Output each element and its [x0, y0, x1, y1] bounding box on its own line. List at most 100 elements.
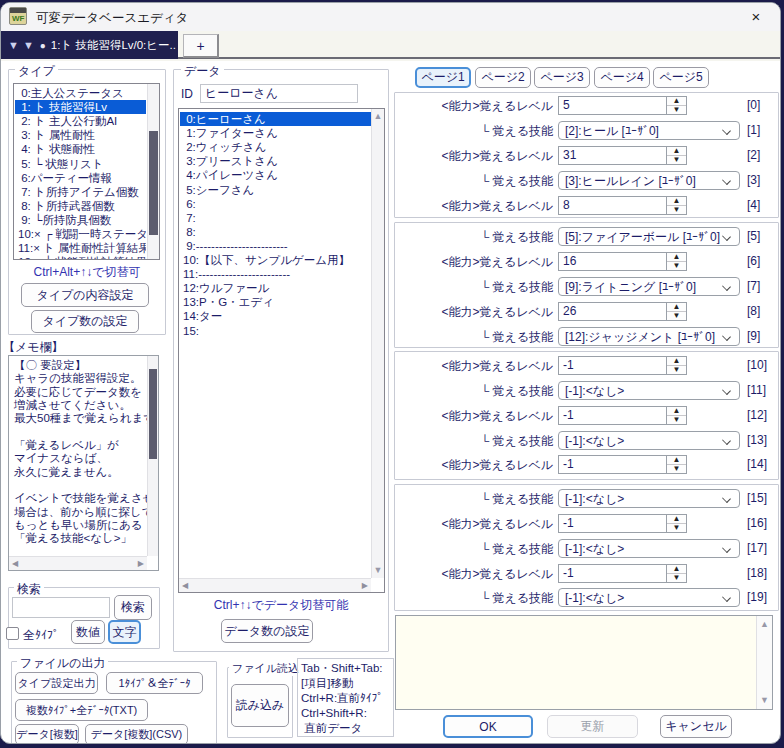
ok-button[interactable]: OK — [443, 715, 533, 738]
page-2-tab[interactable]: ページ2 — [475, 67, 531, 88]
type-list-scrollbar[interactable] — [147, 84, 159, 259]
list-item[interactable]: 6:パーティー情報 — [15, 171, 146, 185]
multi-type-all-data-button[interactable]: 複数ﾀｲﾌﾟ+全ﾃﾞｰﾀ(TXT) — [15, 699, 148, 721]
spin-down-icon[interactable]: ▼ — [667, 312, 686, 321]
level-spinner[interactable]: -1▲▼ — [558, 455, 687, 474]
skill-combobox[interactable]: [-1]:<なし> — [558, 431, 740, 450]
close-icon[interactable]: × — [744, 7, 768, 27]
spin-down-icon[interactable]: ▼ — [667, 156, 686, 165]
type-count-button[interactable]: タイプ数の設定 — [31, 310, 139, 333]
spin-down-icon[interactable]: ▼ — [667, 524, 686, 533]
search-button[interactable]: 検索 — [114, 595, 152, 620]
list-item[interactable]: 8: ト所持武器個数 — [15, 199, 146, 213]
search-input[interactable] — [12, 597, 110, 618]
list-item[interactable]: 13:P・G・エディ — [180, 295, 371, 309]
list-item[interactable]: 7: ト所持アイテム個数 — [15, 185, 146, 199]
data-list[interactable]: 0:ヒーローさん 1:ファイターさん 2:ウィッチさん 3:プリーストさん 4:… — [178, 108, 385, 593]
memo-hscrollbar[interactable]: ◀ ▶ — [9, 556, 147, 570]
level-spinner[interactable]: -1▲▼ — [558, 564, 687, 583]
spin-down-icon[interactable]: ▼ — [667, 262, 686, 271]
list-item[interactable]: 8: — [180, 225, 371, 239]
scroll-left-icon[interactable]: ◀ — [12, 557, 18, 570]
skill-combobox[interactable]: [12]:ジャッジメント [ﾕｰｻﾞ0] — [558, 327, 740, 346]
list-item[interactable]: 6: — [180, 197, 371, 211]
list-item[interactable]: 10:【以下、サンプルゲーム用】 — [180, 253, 371, 267]
level-spinner[interactable]: 5▲▼ — [558, 96, 687, 115]
scroll-right-icon[interactable]: ▶ — [362, 579, 368, 592]
spin-down-icon[interactable]: ▼ — [667, 106, 686, 115]
cancel-button[interactable]: キャンセル — [660, 715, 732, 738]
data-list-vscrollbar[interactable]: ▲ ▼ — [371, 109, 384, 578]
list-item[interactable]: 3: ト 属性耐性 — [15, 128, 146, 142]
level-spinner[interactable]: -1▲▼ — [558, 356, 687, 375]
page-1-tab[interactable]: ページ1 — [415, 67, 471, 88]
type-content-button[interactable]: タイプの内容設定 — [21, 283, 149, 307]
spin-down-icon[interactable]: ▼ — [667, 574, 686, 583]
all-types-checkbox[interactable] — [6, 627, 19, 640]
list-item[interactable]: 10:× ┌ 戦闘一時ステータス — [15, 227, 146, 241]
scroll-up-icon[interactable]: ▲ — [757, 618, 772, 631]
list-item[interactable]: 2: ト 主人公行動AI — [15, 114, 146, 128]
level-spinner[interactable]: -1▲▼ — [558, 514, 687, 533]
skill-combobox[interactable]: [5]:ファイアーボール [ﾕｰｻﾞ0] — [558, 227, 740, 246]
list-item[interactable]: 5: └ 状態リスト — [15, 157, 146, 171]
one-type-all-data-button[interactable]: 1ﾀｲﾌﾟ＆全ﾃﾞｰﾀ — [106, 672, 203, 694]
comment-textarea[interactable]: ▲ ▼ — [395, 615, 773, 710]
list-item[interactable]: 11:------------------------ — [180, 267, 371, 281]
page-5-tab[interactable]: ページ5 — [653, 67, 709, 88]
data-csv-button[interactable]: データ[複数](CSV) — [85, 724, 188, 744]
dropdown-arrow-icon[interactable]: ▼ — [23, 39, 34, 51]
page-4-tab[interactable]: ページ4 — [594, 67, 650, 88]
id-input[interactable] — [200, 84, 358, 103]
skill-combobox[interactable]: [-1]:<なし> — [558, 489, 740, 508]
type-output-button[interactable]: タイプ設定出力 — [15, 672, 98, 694]
skill-combobox[interactable]: [9]:ライトニング [ﾕｰｻﾞ0] — [558, 277, 740, 296]
list-item[interactable]: 5:シーフさん — [180, 183, 371, 197]
skill-combobox[interactable]: [2]:ヒール [ﾕｰｻﾞ0] — [558, 121, 740, 140]
spin-down-icon[interactable]: ▼ — [667, 206, 686, 215]
dropdown-arrow-icon[interactable]: ▼ — [8, 39, 19, 51]
level-spinner[interactable]: 8▲▼ — [558, 196, 687, 215]
text-toggle[interactable]: 文字 — [108, 620, 141, 644]
skill-combobox[interactable]: [3]:ヒールレイン [ﾕｰｻﾞ0] — [558, 171, 740, 190]
list-item[interactable]: 9: └所持防具個数 — [15, 213, 146, 227]
list-item[interactable]: 4:パイレーツさん — [180, 168, 371, 182]
numeric-toggle[interactable]: 数値 — [71, 620, 105, 644]
list-item[interactable]: 1:ファイターさん — [180, 126, 371, 140]
load-button[interactable]: 読み込み — [231, 684, 289, 727]
skill-combobox[interactable]: [-1]:<なし> — [558, 539, 740, 558]
scroll-up-icon[interactable]: ▲ — [372, 110, 384, 123]
list-item[interactable]: 0:主人公ステータス — [15, 86, 146, 100]
memo-box[interactable]: 【〇 要設定】 キャラの技能習得設定。 必要に応じてデータ数を 増減させてくださ… — [8, 355, 159, 571]
list-item[interactable]: 11:× ト 属性耐性計算結果 — [15, 241, 146, 255]
comment-vscrollbar[interactable]: ▲ ▼ — [756, 616, 772, 709]
data-list-hscrollbar[interactable]: ◀ ▶ — [179, 578, 371, 592]
title-bar[interactable]: WF 可変データベースエディタ × — [1, 3, 780, 31]
level-spinner[interactable]: 26▲▼ — [558, 302, 687, 321]
list-item[interactable]: 2:ウィッチさん — [180, 140, 371, 154]
list-item[interactable]: 9:------------------------ — [180, 239, 371, 253]
list-item-selected[interactable]: 0:ヒーローさん — [180, 112, 371, 126]
list-item[interactable]: 15: — [180, 324, 371, 338]
active-tab[interactable]: ▼▼●1:ト 技能習得Lv/0:ヒー.. — [1, 31, 178, 59]
scroll-down-icon[interactable]: ▼ — [757, 694, 772, 707]
list-item[interactable]: 12:× └ 状態耐性計算結果 — [15, 255, 146, 260]
memo-vscrollbar[interactable] — [147, 356, 158, 556]
list-item[interactable]: 3:プリーストさん — [180, 154, 371, 168]
page-3-tab[interactable]: ページ3 — [534, 67, 590, 88]
update-button[interactable]: 更新 — [547, 715, 638, 738]
type-list[interactable]: 0:主人公ステータス 1: ト 技能習得Lv 2: ト 主人公行動AI 3: ト… — [13, 83, 160, 260]
scroll-right-icon[interactable]: ▶ — [138, 557, 144, 570]
add-tab-button[interactable]: + — [183, 34, 219, 58]
skill-combobox[interactable]: [-1]:<なし> — [558, 588, 740, 607]
list-item[interactable]: 12:ウルファール — [180, 281, 371, 295]
data-count-button[interactable]: データ数の設定 — [221, 619, 313, 643]
spin-down-icon[interactable]: ▼ — [667, 416, 686, 425]
level-spinner[interactable]: 16▲▼ — [558, 252, 687, 271]
scroll-down-icon[interactable]: ▼ — [372, 564, 384, 577]
list-item-selected[interactable]: 1: ト 技能習得Lv — [15, 100, 146, 114]
scroll-left-icon[interactable]: ◀ — [182, 579, 188, 592]
spin-down-icon[interactable]: ▼ — [667, 465, 686, 474]
data-multi-button[interactable]: データ[複数] — [15, 724, 79, 744]
skill-combobox[interactable]: [-1]:<なし> — [558, 381, 740, 400]
